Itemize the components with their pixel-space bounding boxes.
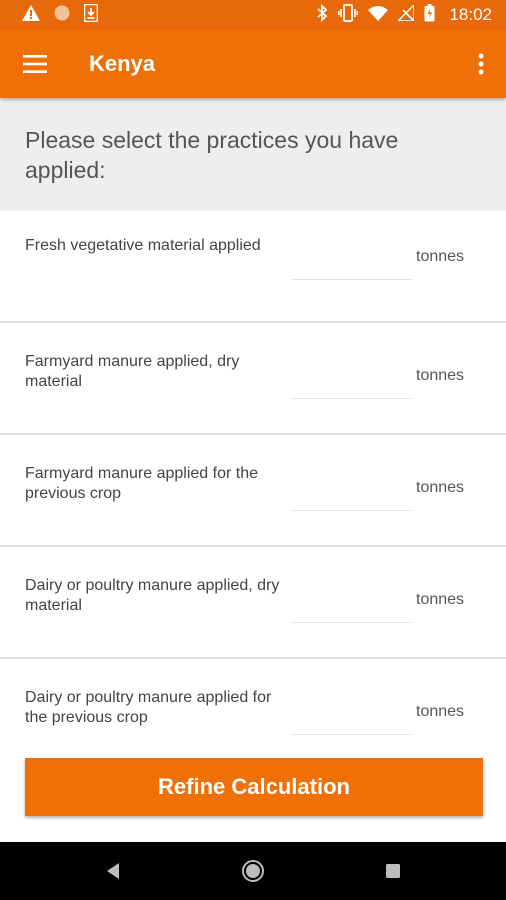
status-right-icons: 18:02 — [316, 2, 492, 27]
practice-amount-input[interactable] — [291, 587, 411, 623]
vibrate-icon — [338, 3, 359, 27]
practice-row-farmyard-previous: Farmyard manure applied for the previous… — [0, 435, 506, 547]
battery-icon — [424, 3, 435, 27]
practice-unit: tonnes — [416, 479, 465, 496]
practices-list: Fresh vegetative material applied tonnes… — [0, 211, 506, 771]
wifi-icon — [368, 5, 389, 26]
status-left-icons — [22, 3, 99, 27]
prompt-text: Please select the practices you have app… — [25, 127, 399, 183]
practice-row-dairy-previous: Dairy or poultry manure applied for the … — [0, 659, 506, 771]
recents-icon[interactable] — [323, 842, 463, 900]
circle-icon — [54, 5, 70, 26]
hamburger-menu-icon[interactable] — [0, 30, 70, 98]
more-vert-icon[interactable] — [456, 30, 506, 98]
practice-label: Dairy or poultry manure applied for the … — [25, 689, 272, 726]
no-signal-icon — [396, 2, 416, 26]
practice-unit: tonnes — [416, 591, 465, 608]
refine-calculation-button[interactable]: Refine Calculation — [25, 758, 483, 816]
status-time: 18:02 — [449, 5, 492, 24]
status-bar: 18:02 — [0, 0, 506, 30]
practice-amount-input[interactable] — [291, 244, 411, 280]
app-title: Kenya — [89, 51, 156, 76]
bluetooth-icon — [316, 3, 328, 27]
practice-unit: tonnes — [416, 248, 465, 265]
back-icon[interactable] — [43, 842, 183, 900]
download-icon — [83, 3, 99, 27]
practice-label: Farmyard manure applied, dry material — [25, 353, 240, 390]
system-nav-bar — [0, 842, 506, 900]
app-bar: Kenya — [0, 30, 506, 98]
practice-label: Farmyard manure applied for the previous… — [25, 465, 258, 502]
practice-label: Dairy or poultry manure applied, dry mat… — [25, 577, 280, 614]
prompt-section: Please select the practices you have app… — [0, 98, 506, 211]
practice-label: Fresh vegetative material applied — [25, 237, 261, 254]
warning-icon — [22, 4, 40, 26]
practice-row-dairy-dry: Dairy or poultry manure applied, dry mat… — [0, 547, 506, 659]
practice-amount-input[interactable] — [291, 475, 411, 511]
practice-row-farmyard-dry: Farmyard manure applied, dry material to… — [0, 323, 506, 435]
practice-unit: tonnes — [416, 367, 465, 384]
practice-unit: tonnes — [416, 703, 465, 720]
practice-row-fresh-vegetative: Fresh vegetative material applied tonnes — [0, 211, 506, 323]
practice-amount-input[interactable] — [291, 363, 411, 399]
home-icon[interactable] — [183, 842, 323, 900]
practice-amount-input[interactable] — [291, 699, 411, 735]
